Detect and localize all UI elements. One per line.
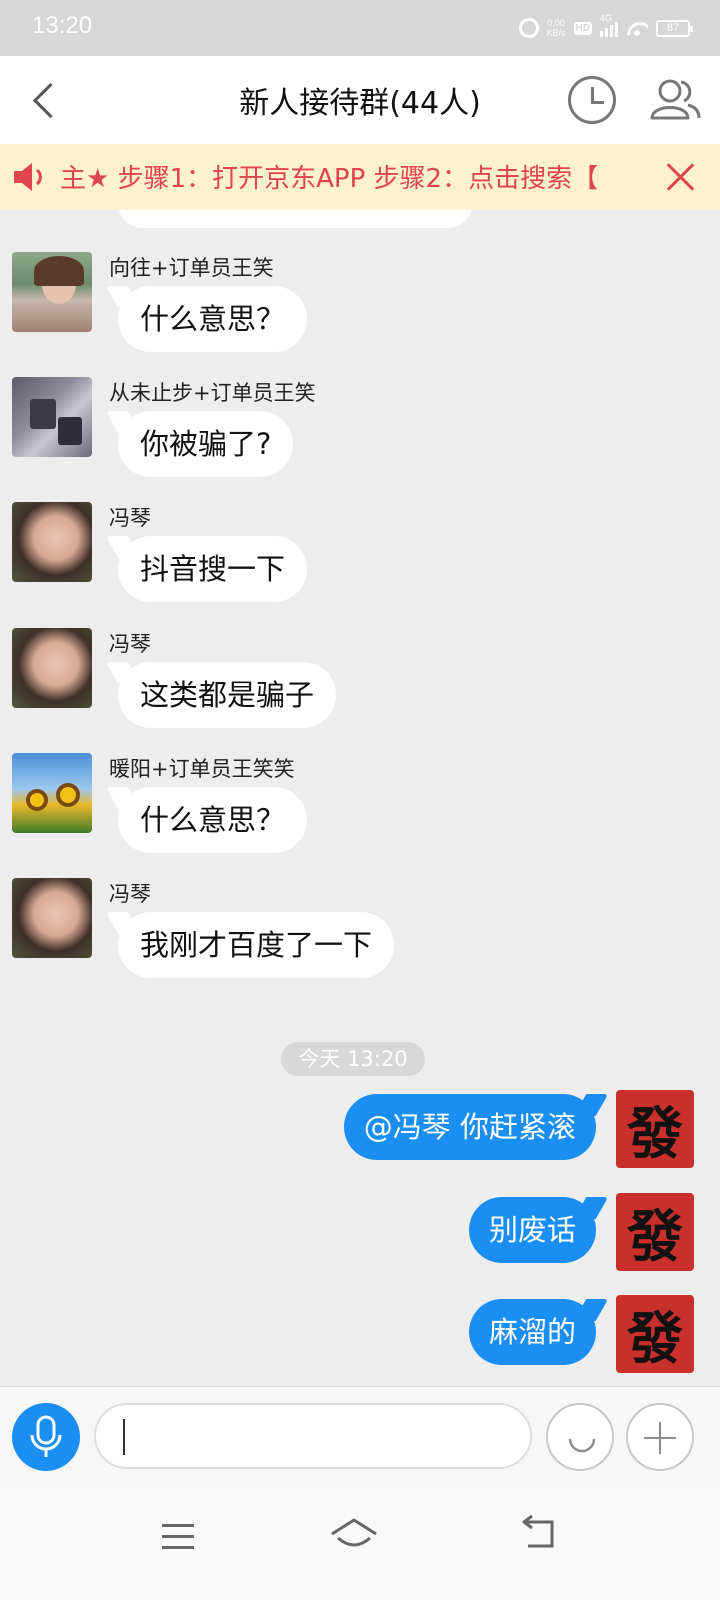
my-avatar[interactable]: 發: [616, 1295, 694, 1373]
text-caret: [123, 1419, 125, 1455]
my-message-bubble[interactable]: @冯琴 你赶紧滚: [343, 1094, 596, 1160]
group-title: 新人接待群(44人): [239, 86, 481, 121]
message-bubble[interactable]: 你被骗了?: [118, 411, 294, 477]
announcement-bar[interactable]: 主★ 步骤1：打开京东APP 步骤2：点击搜索【: [0, 144, 720, 210]
status-bar: 13:20 0.00 KB/s HD 4G 87: [0, 0, 720, 56]
partial-message-bubble: [118, 210, 472, 228]
wifi-icon: [626, 20, 648, 36]
sender-name: 冯琴: [109, 506, 151, 530]
network-type: 4G: [600, 13, 613, 23]
sender-name: 暖阳+订单员王笑笑: [109, 757, 295, 781]
microphone-icon: [30, 1415, 62, 1457]
chat-header: 新人接待群(44人): [0, 56, 720, 144]
avatar[interactable]: [12, 878, 92, 958]
my-message-item: 麻溜的 發: [0, 1295, 720, 1379]
message-list[interactable]: 向往+订单员王笑 什么意思？ 从未止步+订单员王笑 你被骗了? 冯琴 抖音搜一下…: [0, 210, 720, 1390]
message-item: 向往+订单员王笑 什么意思？: [0, 252, 720, 372]
input-bar: [0, 1386, 720, 1486]
smiley-icon: [568, 1438, 596, 1453]
back-nav-icon[interactable]: [512, 1508, 568, 1560]
voice-button[interactable]: [12, 1403, 80, 1471]
avatar[interactable]: [12, 502, 92, 582]
sender-name: 从未止步+订单员王笑: [109, 381, 316, 405]
message-bubble[interactable]: 什么意思？: [118, 787, 308, 853]
hd-badge: HD: [573, 21, 592, 35]
my-message-bubble[interactable]: 别废话: [468, 1197, 596, 1263]
message-bubble[interactable]: 抖音搜一下: [118, 536, 308, 602]
avatar[interactable]: [12, 252, 92, 332]
my-avatar[interactable]: 發: [616, 1090, 694, 1168]
message-item: 从未止步+订单员王笑 你被骗了?: [0, 377, 720, 497]
sender-name: 冯琴: [109, 882, 151, 906]
message-bubble[interactable]: 我刚才百度了一下: [118, 912, 395, 978]
announcement-text: 主★ 步骤1：打开京东APP 步骤2：点击搜索【: [60, 164, 599, 194]
avatar[interactable]: [12, 628, 92, 708]
net-speed: 0.00 KB/s: [547, 18, 566, 38]
time-divider: 今天 13:20: [281, 1042, 425, 1076]
members-icon: [650, 79, 701, 120]
my-message-item: 别废话 發: [0, 1193, 720, 1277]
signal-icon: 4G: [600, 13, 618, 37]
my-message-item: @冯琴 你赶紧滚 發: [0, 1090, 720, 1174]
message-item: 冯琴 抖音搜一下: [0, 502, 720, 622]
status-icons: 0.00 KB/s HD 4G 87: [518, 13, 693, 40]
history-clock-icon[interactable]: [568, 76, 616, 124]
group-members-icon[interactable]: [648, 74, 702, 126]
home-icon[interactable]: [326, 1508, 382, 1560]
my-message-bubble[interactable]: 麻溜的: [468, 1299, 596, 1365]
menu-icon[interactable]: [152, 1510, 204, 1562]
battery-icon: 87: [656, 19, 693, 37]
avatar[interactable]: [12, 753, 92, 833]
message-item: 暖阳+订单员王笑笑 什么意思？: [0, 753, 720, 873]
status-time: 13:20: [32, 12, 93, 39]
sender-name: 冯琴: [109, 632, 151, 656]
net-speed-unit: KB/s: [546, 28, 566, 38]
back-button[interactable]: [22, 74, 74, 126]
system-nav-bar: [0, 1486, 720, 1600]
close-icon[interactable]: [666, 162, 696, 192]
emoji-button[interactable]: [546, 1403, 614, 1471]
message-item: 冯琴 我刚才百度了一下: [0, 878, 720, 998]
message-input[interactable]: [94, 1403, 532, 1469]
sender-name: 向往+订单员王笑: [109, 256, 274, 280]
avatar[interactable]: [12, 377, 92, 457]
my-avatar[interactable]: 發: [616, 1193, 694, 1271]
more-plus-button[interactable]: [626, 1403, 694, 1471]
message-item: 冯琴 这类都是骗子: [0, 628, 720, 748]
message-bubble[interactable]: 什么意思？: [118, 286, 308, 352]
alarm-icon: [518, 18, 539, 38]
net-speed-value: 0.00: [547, 18, 565, 28]
message-bubble[interactable]: 这类都是骗子: [118, 662, 337, 728]
speaker-icon: [12, 160, 48, 194]
